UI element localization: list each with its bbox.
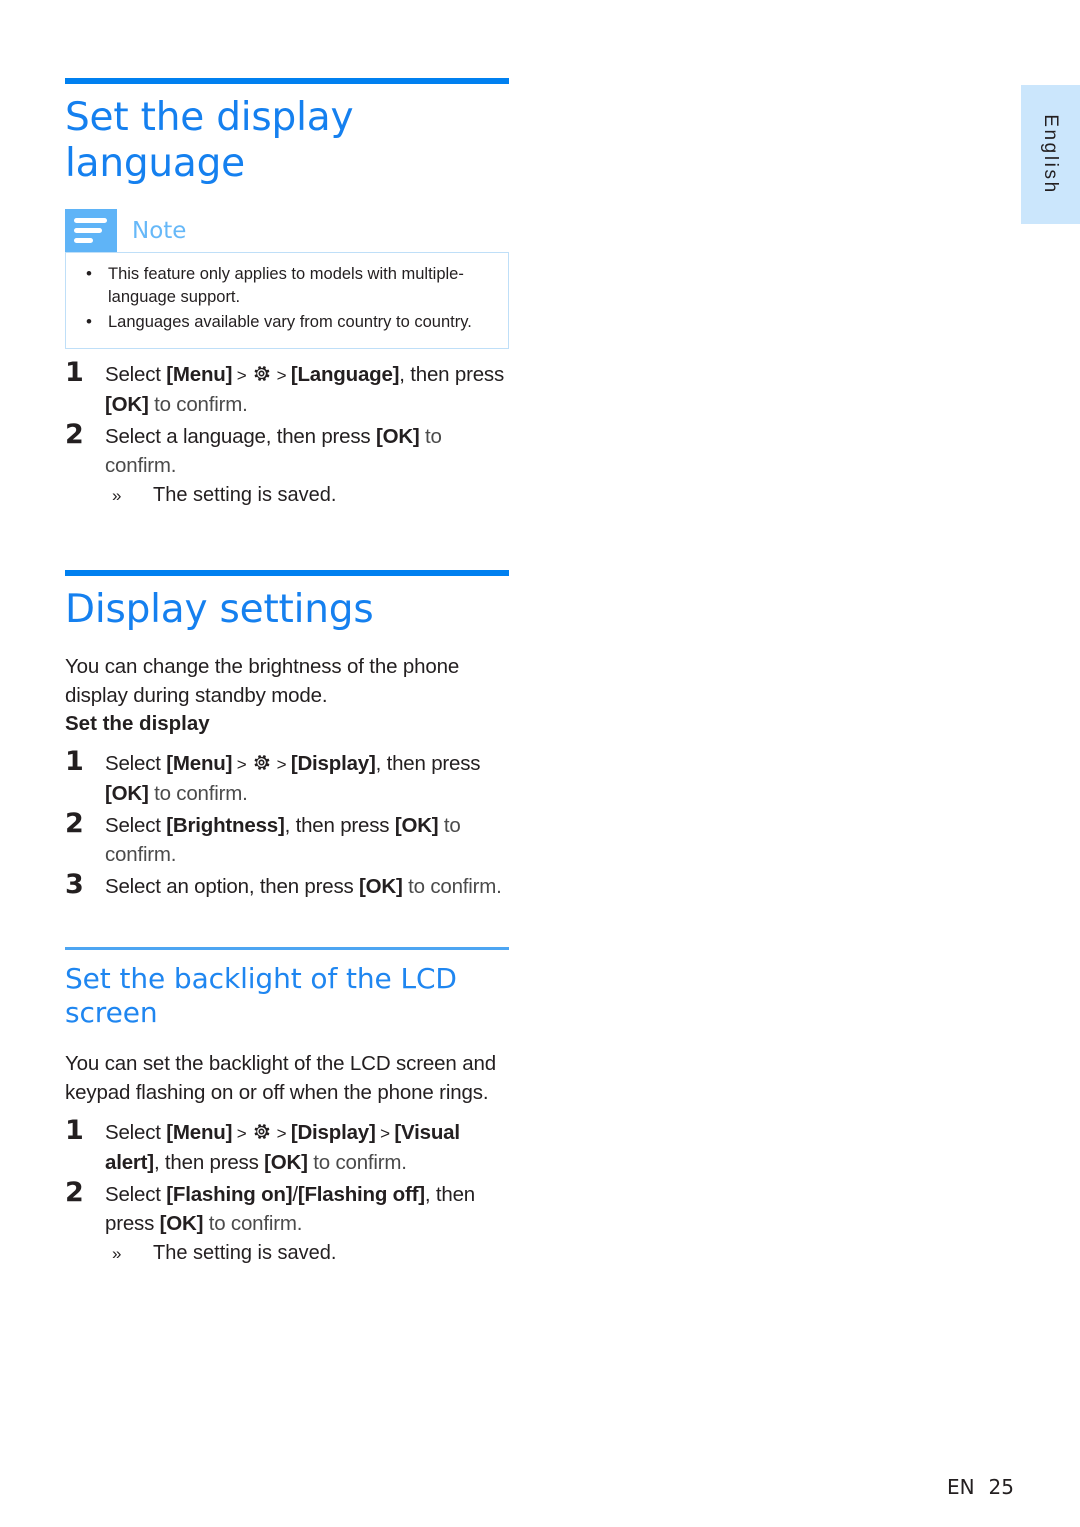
steps-list: 1 Select [Menu] > > [Display] > [Visual a… bbox=[65, 1115, 509, 1268]
step-item: 2 Select [Flashing on]/[Flashing off], th… bbox=[65, 1177, 509, 1268]
separator: > bbox=[232, 1124, 252, 1143]
ui-key: [OK] bbox=[105, 393, 149, 416]
ui-key: [Menu] bbox=[166, 363, 233, 386]
ui-key: [OK] bbox=[359, 875, 403, 898]
step-text-fragment: to confirm. bbox=[203, 1212, 303, 1235]
separator: > bbox=[272, 755, 291, 774]
section-title: Set the display language bbox=[65, 95, 354, 186]
step-text-fragment: , then press bbox=[284, 814, 395, 837]
footer-page-number: 25 bbox=[988, 1475, 1014, 1499]
section-rule bbox=[65, 78, 509, 84]
step-result: » The setting is saved. bbox=[105, 481, 509, 510]
separator: > bbox=[232, 755, 252, 774]
section-set-backlight-lcd: Set the backlight of the LCD screen You … bbox=[65, 947, 509, 1268]
step-result: » The setting is saved. bbox=[105, 1239, 509, 1268]
ui-key: [OK] bbox=[394, 814, 439, 837]
ui-key: [OK] bbox=[105, 782, 149, 805]
step-item: 1 Select [Menu] > > [Language], then pres… bbox=[65, 357, 509, 419]
step-text: Select [Flashing on]/[Flashing off], the… bbox=[105, 1183, 475, 1235]
steps-list: 1 Select [Menu] > > [Language], then pres… bbox=[65, 357, 509, 510]
step-text: Select an option, then press [OK] to con… bbox=[105, 875, 502, 898]
step-number: 2 bbox=[65, 808, 84, 839]
step-item: 2 Select a language, then press [OK] to c… bbox=[65, 419, 509, 510]
note-callout: Note This feature only applies to models… bbox=[65, 209, 509, 349]
step-text-fragment: Select bbox=[105, 1183, 167, 1206]
step-text-fragment: to confirm. bbox=[307, 1151, 407, 1174]
step-item: 2 Select [Brightness], then press [OK] to… bbox=[65, 808, 509, 869]
step-item: 3 Select an option, then press [OK] to co… bbox=[65, 869, 509, 901]
step-text-fragment: Select bbox=[105, 363, 167, 386]
note-body: This feature only applies to models with… bbox=[65, 252, 509, 349]
note-label: Note bbox=[132, 217, 187, 244]
note-header: Note bbox=[65, 209, 509, 252]
section-intro: You can set the backlight of the LCD scr… bbox=[65, 1052, 496, 1104]
step-text-fragment: Select a language, then press bbox=[105, 425, 376, 448]
step-number: 1 bbox=[65, 1115, 84, 1146]
footer-language-code: EN bbox=[946, 1475, 975, 1499]
step-text: Select [Brightness], then press [OK] to … bbox=[105, 814, 461, 866]
step-text-fragment: Select bbox=[105, 752, 167, 775]
content-column: Set the display language Note This featu… bbox=[65, 78, 509, 1271]
ui-key: [OK] bbox=[159, 1212, 204, 1235]
note-list: This feature only applies to models with… bbox=[80, 262, 494, 334]
gear-icon bbox=[252, 364, 271, 383]
section-title: Display settings bbox=[65, 587, 374, 632]
step-text-fragment: Select bbox=[105, 814, 167, 837]
step-text: Select [Menu] > > [Display], then press … bbox=[105, 752, 481, 805]
step-number: 3 bbox=[65, 869, 84, 900]
ui-key: [Display] bbox=[290, 1121, 376, 1144]
section-rule bbox=[65, 947, 509, 950]
document-page: English Set the display language Note Th… bbox=[0, 0, 1080, 1527]
note-list-item: This feature only applies to models with… bbox=[80, 262, 494, 309]
gear-icon bbox=[252, 1122, 271, 1141]
note-list-item: Languages available vary from country to… bbox=[80, 310, 494, 334]
separator: > bbox=[232, 366, 252, 385]
gear-icon bbox=[252, 753, 271, 772]
language-side-tab-label: English bbox=[1040, 114, 1061, 195]
note-icon bbox=[65, 209, 117, 252]
step-text-fragment: , then press bbox=[375, 752, 481, 775]
step-text-fragment: Select bbox=[105, 1121, 167, 1144]
step-text-fragment: to confirm. bbox=[148, 782, 248, 805]
step-text-fragment: , then press bbox=[153, 1151, 265, 1174]
ui-key: [Flashing on] bbox=[166, 1183, 293, 1206]
step-result-text: The setting is saved. bbox=[153, 484, 337, 506]
step-number: 2 bbox=[65, 1177, 84, 1208]
step-item: 1 Select [Menu] > > [Display], then press… bbox=[65, 746, 509, 808]
step-result-text: The setting is saved. bbox=[153, 1242, 337, 1264]
step-text-fragment: to confirm. bbox=[148, 393, 248, 416]
step-text-fragment: , then press bbox=[399, 363, 505, 386]
ui-key: [OK] bbox=[375, 425, 420, 448]
section-subheading: Set the display bbox=[65, 712, 210, 735]
step-text-fragment: to confirm. bbox=[402, 875, 502, 898]
ui-key: [Flashing off] bbox=[297, 1183, 425, 1206]
page-footer: EN 25 bbox=[0, 1475, 1014, 1499]
step-text: Select a language, then press [OK] to co… bbox=[105, 425, 442, 477]
step-number: 1 bbox=[65, 357, 84, 388]
step-item: 1 Select [Menu] > > [Display] > [Visual a… bbox=[65, 1115, 509, 1177]
ui-key: [Menu] bbox=[166, 752, 233, 775]
ui-key: [OK] bbox=[264, 1151, 308, 1174]
result-marker-icon: » bbox=[112, 1244, 122, 1263]
language-side-tab: English bbox=[1021, 85, 1080, 224]
steps-list: 1 Select [Menu] > > [Display], then press… bbox=[65, 746, 509, 901]
ui-key: [Brightness] bbox=[166, 814, 285, 837]
separator: > bbox=[375, 1124, 395, 1143]
step-number: 1 bbox=[65, 746, 84, 777]
step-text: Select [Menu] > > [Display] > [Visual al… bbox=[105, 1121, 460, 1174]
ui-key: [Menu] bbox=[166, 1121, 233, 1144]
section-title: Set the backlight of the LCD screen bbox=[65, 962, 457, 1029]
result-marker-icon: » bbox=[112, 486, 122, 505]
section-rule bbox=[65, 570, 509, 576]
step-text-fragment: Select an option, then press bbox=[105, 875, 360, 898]
ui-key: [Display] bbox=[290, 752, 376, 775]
separator: > bbox=[272, 1124, 291, 1143]
section-display-settings: Display settings You can change the brig… bbox=[65, 570, 509, 901]
section-intro: You can change the brightness of the pho… bbox=[65, 655, 460, 707]
step-number: 2 bbox=[65, 419, 84, 450]
ui-key: [Language] bbox=[290, 363, 400, 386]
section-set-display-language: Set the display language Note This featu… bbox=[65, 78, 509, 510]
separator: > bbox=[272, 366, 291, 385]
step-text: Select [Menu] > > [Language], then press… bbox=[105, 363, 504, 416]
